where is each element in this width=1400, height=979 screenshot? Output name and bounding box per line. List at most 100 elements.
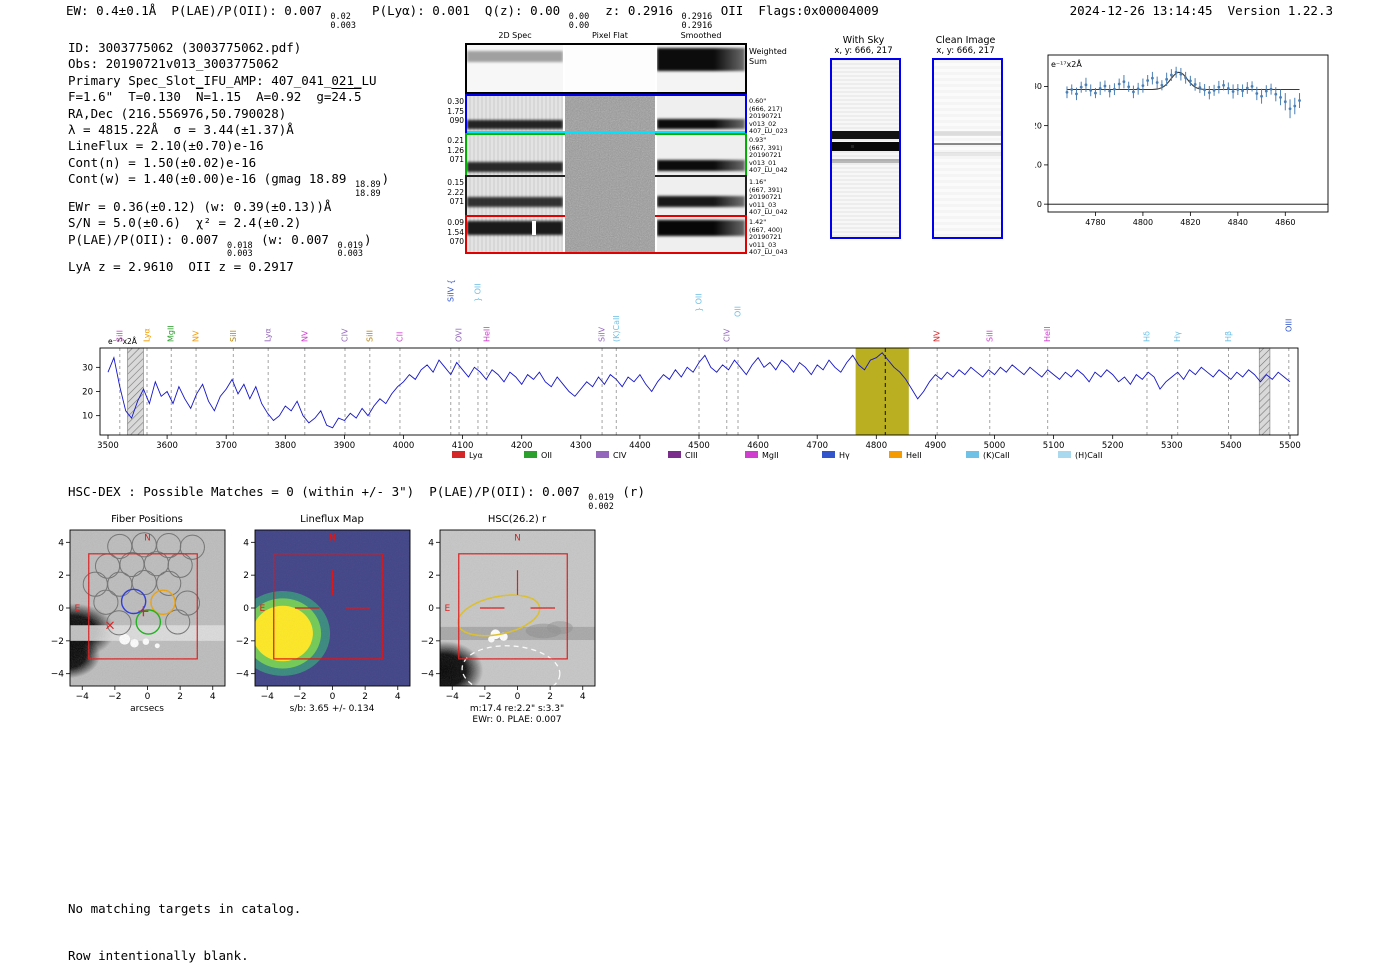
svg-text:0: 0 <box>145 692 151 702</box>
svg-text:30: 30 <box>1035 82 1042 91</box>
emission-line-label: HeII <box>1043 326 1052 342</box>
svg-text:−2: −2 <box>421 637 434 647</box>
svg-text:5100: 5100 <box>1043 441 1065 451</box>
svg-text:20: 20 <box>82 388 93 398</box>
info-line: S/N = 5.0(±0.6) χ² = 2.4(±0.2) <box>68 215 302 231</box>
spectrum-trace-band <box>467 196 563 207</box>
column-title: 2D Spec <box>498 31 532 40</box>
svg-text:5300: 5300 <box>1161 441 1183 451</box>
cyan-divider <box>467 131 745 133</box>
info-line: Cont(n) = 1.50(±0.02)e-16 <box>68 154 257 170</box>
svg-text:3600: 3600 <box>156 441 178 451</box>
panel-caption: m:17.4 re:2.2" s:3.3" <box>470 704 564 714</box>
full-spectrum-plot: SiII Lyα MgII NV SiII Lyα NV CIV SiII CII SiIV {OV… <box>82 279 1301 460</box>
stacked-uncertainty: 0.018 0.003 <box>227 240 253 260</box>
info-block: ID: 3003775062 (3003775062.pdf) Obs: 2019… <box>68 40 389 276</box>
svg-text:30: 30 <box>82 363 93 373</box>
svg-text:e⁻¹⁷x2Å: e⁻¹⁷x2Å <box>108 337 138 346</box>
cutout-left-labels: 0.15 2.22 071 <box>447 178 464 206</box>
svg-text:4700: 4700 <box>806 441 828 451</box>
svg-text:4400: 4400 <box>629 441 651 451</box>
svg-text:3700: 3700 <box>215 441 237 451</box>
svg-text:4840: 4840 <box>1228 218 1248 227</box>
footer-line-1: No matching targets in catalog. <box>68 901 302 916</box>
svg-text:4000: 4000 <box>393 441 415 451</box>
svg-text:Lyα: Lyα <box>469 451 483 460</box>
stacked-uncertainty: 0.019 0.003 <box>337 240 364 260</box>
footer-note: No matching targets in catalog. Row inte… <box>68 870 301 979</box>
svg-text:4500: 4500 <box>688 441 710 451</box>
emission-line-label: NV <box>300 330 309 342</box>
svg-text:4820: 4820 <box>1180 218 1200 227</box>
svg-text:3900: 3900 <box>334 441 356 451</box>
spectrum-trace-band <box>467 50 563 63</box>
overlined-value: N <box>195 89 204 105</box>
emission-line-label: SiIV { <box>446 279 455 302</box>
emission-line-label: Hδ <box>1142 331 1151 342</box>
emission-line-label: SiII <box>365 330 374 342</box>
emission-line-label: NV <box>192 330 201 342</box>
clean-image-panel <box>932 58 1003 239</box>
svg-text:−4: −4 <box>51 670 65 680</box>
svg-text:4100: 4100 <box>452 441 474 451</box>
cutout-strip-2dspec <box>467 217 563 252</box>
svg-text:2: 2 <box>362 692 368 702</box>
cutout-right-labels: 1.42" (667, 400) 20190721 v011_03 407_LU… <box>749 218 788 257</box>
cutout-left-labels: 0.30 1.75 090 <box>447 97 464 125</box>
sky-dark-band <box>832 130 899 139</box>
info-line: λ = 4815.22Å σ = 3.44(±1.37)Å <box>68 122 294 138</box>
info-line: F=1.6" T=0.130 N=1.15 A=0.92 g=24.5 <box>68 89 362 105</box>
cutout-strip-2dspec <box>467 177 563 215</box>
column-title: Smoothed <box>680 31 722 40</box>
svg-text:HeII: HeII <box>906 451 922 460</box>
gaussian-fit-line <box>1067 71 1300 91</box>
sky-dark-band <box>934 143 1001 146</box>
hsc-cutout-panel: NE−4−4−2−2002244HSC(26.2) rm:17.4 re:2.2… <box>421 514 596 725</box>
spectrum-trace-band <box>467 220 563 236</box>
spectrum-trace-band <box>467 162 563 172</box>
sky-panel-coords: x, y: 666, 217 <box>936 46 995 56</box>
emission-line-label: CIV <box>722 328 731 342</box>
svg-text:OII: OII <box>541 451 552 460</box>
emission-line-label: SiII <box>229 330 238 342</box>
svg-text:4200: 4200 <box>511 441 533 451</box>
emission-line-label: } OII <box>473 283 482 302</box>
column-title: Pixel Flat <box>592 31 628 40</box>
cutout-strip-2dspec <box>467 45 563 92</box>
svg-text:4: 4 <box>580 692 586 702</box>
cutout-strip-smoothed <box>657 45 745 92</box>
pixelflat-noise-block <box>565 96 655 252</box>
svg-text:4800: 4800 <box>865 441 887 451</box>
svg-text:10: 10 <box>1035 161 1042 170</box>
svg-text:0: 0 <box>243 604 249 614</box>
emission-line-label: } OII <box>695 293 704 312</box>
svg-text:−2: −2 <box>51 637 64 647</box>
svg-text:0: 0 <box>428 604 434 614</box>
cutout-left-labels: 0.09 1.54 070 <box>447 218 464 246</box>
cutout-strip-smoothed <box>657 177 745 215</box>
smoothed-trace-band <box>657 219 745 236</box>
cutout-left-labels: 0.21 1.26 071 <box>447 136 464 164</box>
info-line: RA,Dec (216.556976,50.790028) <box>68 105 287 121</box>
panel-title: HSC(26.2) r <box>488 514 547 525</box>
svg-text:4780: 4780 <box>1085 218 1105 227</box>
footer-line-2: Row intentionally blank. <box>68 947 249 963</box>
svg-text:20: 20 <box>1035 121 1042 130</box>
smoothed-trace-band <box>657 196 745 208</box>
svg-text:2: 2 <box>547 692 553 702</box>
sky-dot <box>850 144 854 148</box>
svg-text:4: 4 <box>243 538 249 548</box>
noise-texture <box>255 530 410 686</box>
svg-text:5000: 5000 <box>984 441 1006 451</box>
info-line: Obs: 20190721v013_3003775062 <box>68 56 279 72</box>
svg-text:CIII: CIII <box>685 451 698 460</box>
info-line: Primary Spec_Slot_IFU_AMP: 407_041_021_L… <box>68 72 377 88</box>
svg-text:MgII: MgII <box>762 451 779 460</box>
info-line: EWr = 0.36(±0.12) (w: 0.39(±0.13))Å <box>68 198 332 214</box>
emission-line-label: SiII <box>985 330 994 342</box>
svg-text:4: 4 <box>210 692 216 702</box>
stacked-uncertainty: 18.89 18.89 <box>354 180 381 199</box>
svg-text:e⁻¹⁷x2Å: e⁻¹⁷x2Å <box>1051 58 1082 69</box>
emission-line-label: CIV <box>340 328 349 342</box>
header-metrics: EW: 0.4±0.1Å P(LAE)/P(OII): 0.007 0.02 0.… <box>66 3 879 31</box>
